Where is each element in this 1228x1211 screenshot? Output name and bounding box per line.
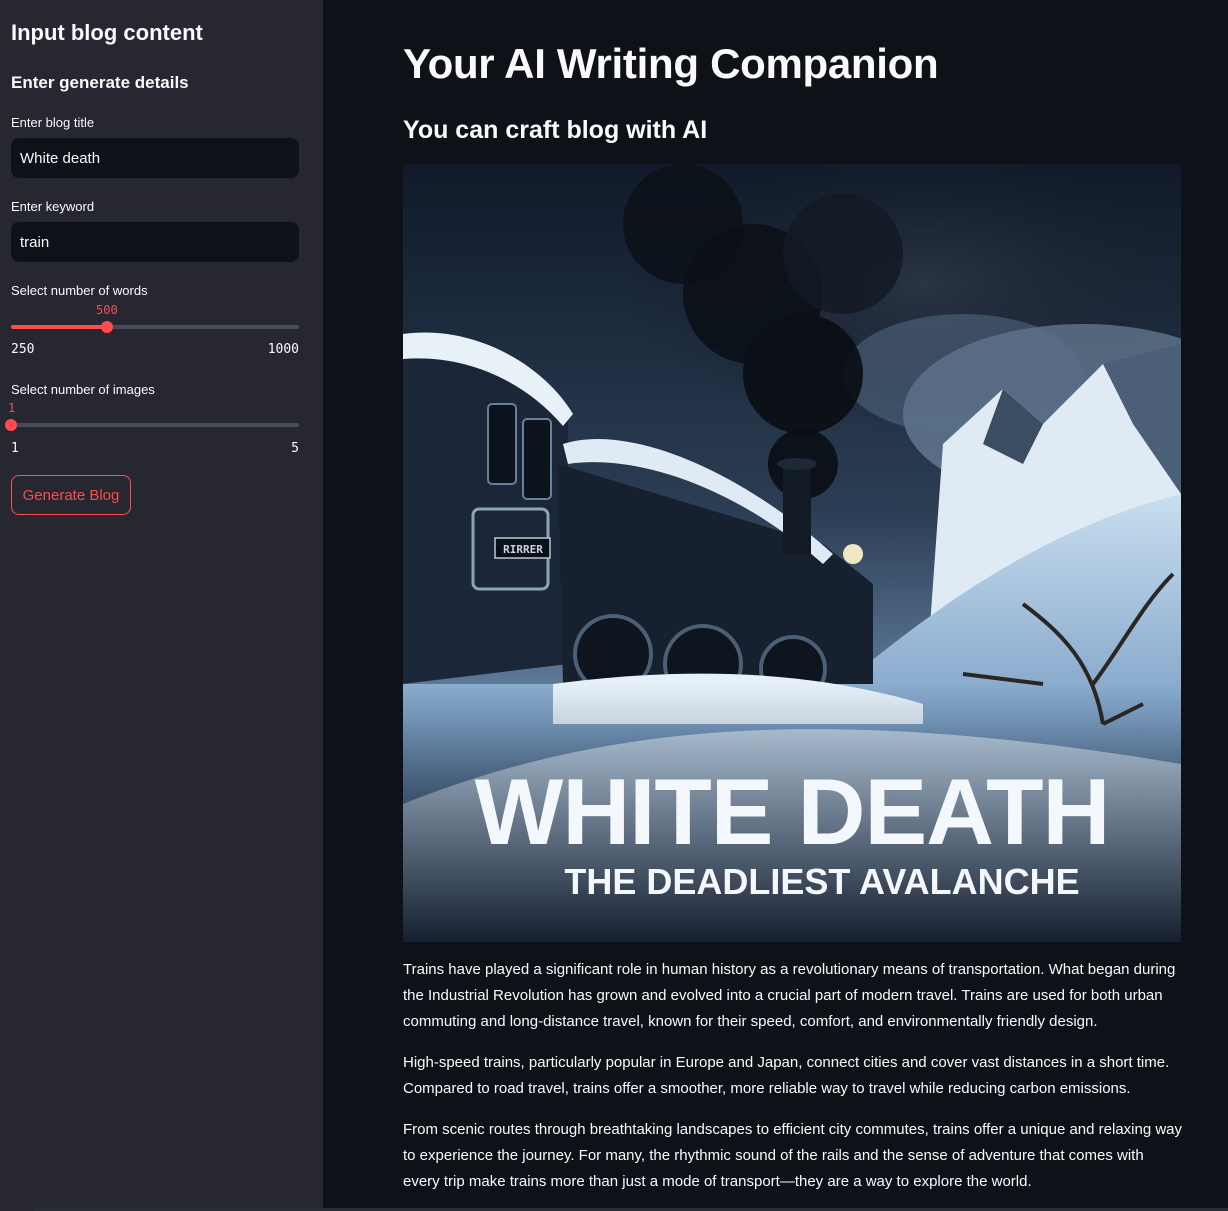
blog-cover-image: RIRRER WHITE DEATH THE DEADLIEST AVALANC…	[403, 164, 1181, 942]
cover-tagline: THE DEADLIEST AVALANCHE	[564, 861, 1079, 902]
keyword-input[interactable]	[11, 222, 299, 262]
page-title: Your AI Writing Companion	[403, 40, 939, 87]
keyword-label: Enter keyword	[11, 199, 95, 214]
sidebar-subheading: Enter generate details	[11, 73, 189, 92]
blog-paragraph: Trains have played a significant role in…	[403, 961, 1176, 1030]
blog-paragraph: High-speed trains, particularly popular …	[403, 1054, 1170, 1097]
generate-blog-button[interactable]: Generate Blog	[11, 475, 131, 515]
images-slider-min: 1	[11, 441, 19, 456]
sidebar: Input blog content Enter generate detail…	[0, 0, 323, 1211]
blog-title-label: Enter blog title	[11, 115, 95, 130]
words-slider-max: 1000	[267, 342, 299, 357]
page-subtitle: You can craft blog with AI	[403, 116, 708, 144]
words-slider[interactable]: 500	[11, 302, 299, 342]
images-slider-track[interactable]	[11, 423, 299, 427]
images-slider-max: 5	[291, 441, 299, 456]
images-slider-thumb[interactable]	[5, 419, 17, 431]
words-slider-label: Select number of words	[11, 283, 148, 298]
words-slider-thumb[interactable]	[100, 321, 113, 333]
images-slider[interactable]: 1	[5, 401, 299, 441]
sidebar-heading: Input blog content	[11, 20, 203, 45]
main-content: Your AI Writing Companion You can craft …	[323, 0, 1228, 1211]
words-slider-fill	[11, 325, 107, 329]
blog-title-input[interactable]	[11, 138, 299, 178]
cover-illustration: RIRRER WHITE DEATH THE DEADLIEST AVALANC…	[403, 164, 1181, 942]
words-slider-value: 500	[96, 303, 118, 317]
images-slider-label: Select number of images	[11, 382, 155, 397]
app-root: Input blog content Enter generate detail…	[0, 0, 1228, 1211]
images-slider-value: 1	[8, 401, 16, 415]
blog-paragraph: From scenic routes through breathtaking …	[403, 1121, 1183, 1190]
locomotive-plate: RIRRER	[503, 543, 543, 556]
cover-headline: WHITE DEATH	[475, 759, 1110, 864]
words-slider-min: 250	[11, 342, 35, 357]
